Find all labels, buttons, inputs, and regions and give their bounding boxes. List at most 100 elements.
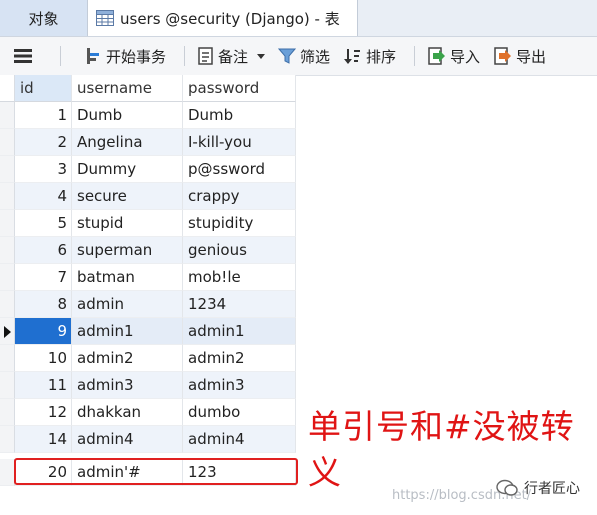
table-row[interactable]: 14 admin4 admin4 [0,426,296,453]
cell-username[interactable]: Angelina [72,129,183,156]
cell-password[interactable]: dumbo [183,399,296,426]
cell-password[interactable]: admin3 [183,372,296,399]
cell-password[interactable]: stupidity [183,210,296,237]
cell-id[interactable]: 7 [15,264,72,291]
note-icon [198,47,213,65]
header-indicator [0,75,15,102]
cell-username[interactable]: admin1 [72,318,183,345]
cell-password[interactable]: admin2 [183,345,296,372]
toolbar: 开始事务 备注 筛选 排序 导入 导出 [0,37,597,76]
wechat-icon [496,479,518,496]
export-icon [494,47,511,65]
export-button[interactable]: 导出 [494,37,546,75]
tab-users-table[interactable]: users @security (Django) - 表 [88,0,358,36]
table-row[interactable]: 1 Dumb Dumb [0,102,296,129]
cell-id[interactable]: 11 [15,372,72,399]
watermark-brand: 行者匠心 [524,481,580,497]
transaction-icon [87,48,99,64]
filter-label: 筛选 [300,47,331,66]
column-header-username[interactable]: username [72,75,183,102]
row-indicator [0,102,15,129]
column-header-id[interactable]: id [15,75,72,102]
cell-username[interactable]: dhakkan [72,399,183,426]
sort-button[interactable]: 排序 [344,37,396,75]
cell-id[interactable]: 8 [15,291,72,318]
table-icon [96,10,114,26]
row-indicator [0,264,15,291]
watermark-logo: 行者匠心 [496,478,580,498]
toolbar-separator [60,46,61,66]
table-row[interactable]: 7 batman mob!le [0,264,296,291]
cell-password[interactable]: crappy [183,183,296,210]
cell-password[interactable]: I-kill-you [183,129,296,156]
row-indicator [0,210,15,237]
filter-icon [278,48,296,64]
filter-button[interactable]: 筛选 [278,37,330,75]
row-indicator [0,399,15,426]
cell-id[interactable]: 5 [15,210,72,237]
cell-password[interactable]: 1234 [183,291,296,318]
cell-id[interactable]: 3 [15,156,72,183]
highlight-box [14,458,298,485]
table-row[interactable]: 4 secure crappy [0,183,296,210]
row-indicator [0,237,15,264]
row-indicator [0,318,15,345]
cell-id[interactable]: 4 [15,183,72,210]
table-row[interactable]: 11 admin3 admin3 [0,372,296,399]
current-row-caret-icon [4,326,11,338]
cell-id[interactable]: 14 [15,426,72,453]
table-header: id username password [0,75,296,102]
table-row[interactable]: 10 admin2 admin2 [0,345,296,372]
begin-transaction-label: 开始事务 [106,47,167,66]
cell-username[interactable]: admin4 [72,426,183,453]
tab-objects-label: 对象 [28,9,59,28]
cell-password[interactable]: Dumb [183,102,296,129]
cell-password[interactable]: admin1 [183,318,296,345]
column-header-password[interactable]: password [183,75,296,102]
sort-label: 排序 [366,47,397,66]
table-row[interactable]: 3 Dummy p@ssword [0,156,296,183]
row-indicator [0,156,15,183]
table-row[interactable]: 5 stupid stupidity [0,210,296,237]
toolbar-separator [184,46,185,66]
row-indicator [0,372,15,399]
import-button[interactable]: 导入 [428,37,480,75]
cell-username[interactable]: secure [72,183,183,210]
table-row[interactable]: 8 admin 1234 [0,291,296,318]
note-label: 备注 [218,47,249,66]
cell-password[interactable]: genious [183,237,296,264]
table-row[interactable]: 2 Angelina I-kill-you [0,129,296,156]
table-row-selected[interactable]: 9 admin1 admin1 [0,318,296,345]
row-indicator [0,426,15,453]
cell-id[interactable]: 9 [15,318,72,345]
begin-transaction-button[interactable]: 开始事务 [84,37,166,75]
tab-users-table-label: users @security (Django) - 表 [120,9,340,28]
cell-username[interactable]: admin3 [72,372,183,399]
cell-username[interactable]: Dummy [72,156,183,183]
cell-id[interactable]: 12 [15,399,72,426]
table-row[interactable]: 6 superman genious [0,237,296,264]
sort-icon [344,49,360,64]
table-row[interactable]: 12 dhakkan dumbo [0,399,296,426]
cell-id[interactable]: 6 [15,237,72,264]
cell-id[interactable]: 2 [15,129,72,156]
cell-username[interactable]: batman [72,264,183,291]
import-icon [428,47,445,65]
toolbar-separator [414,46,415,66]
cell-password[interactable]: p@ssword [183,156,296,183]
cell-username[interactable]: Dumb [72,102,183,129]
row-indicator [0,459,15,486]
cell-username[interactable]: stupid [72,210,183,237]
cell-username[interactable]: superman [72,237,183,264]
tab-objects[interactable]: 对象 [0,0,88,36]
note-button[interactable]: 备注 [198,37,270,75]
hamburger-menu-icon [14,49,32,63]
cell-id[interactable]: 1 [15,102,72,129]
cell-id[interactable]: 10 [15,345,72,372]
cell-password[interactable]: mob!le [183,264,296,291]
dropdown-arrow-icon [257,54,266,59]
cell-username[interactable]: admin [72,291,183,318]
cell-username[interactable]: admin2 [72,345,183,372]
cell-password[interactable]: admin4 [183,426,296,453]
menu-button[interactable] [14,37,36,75]
